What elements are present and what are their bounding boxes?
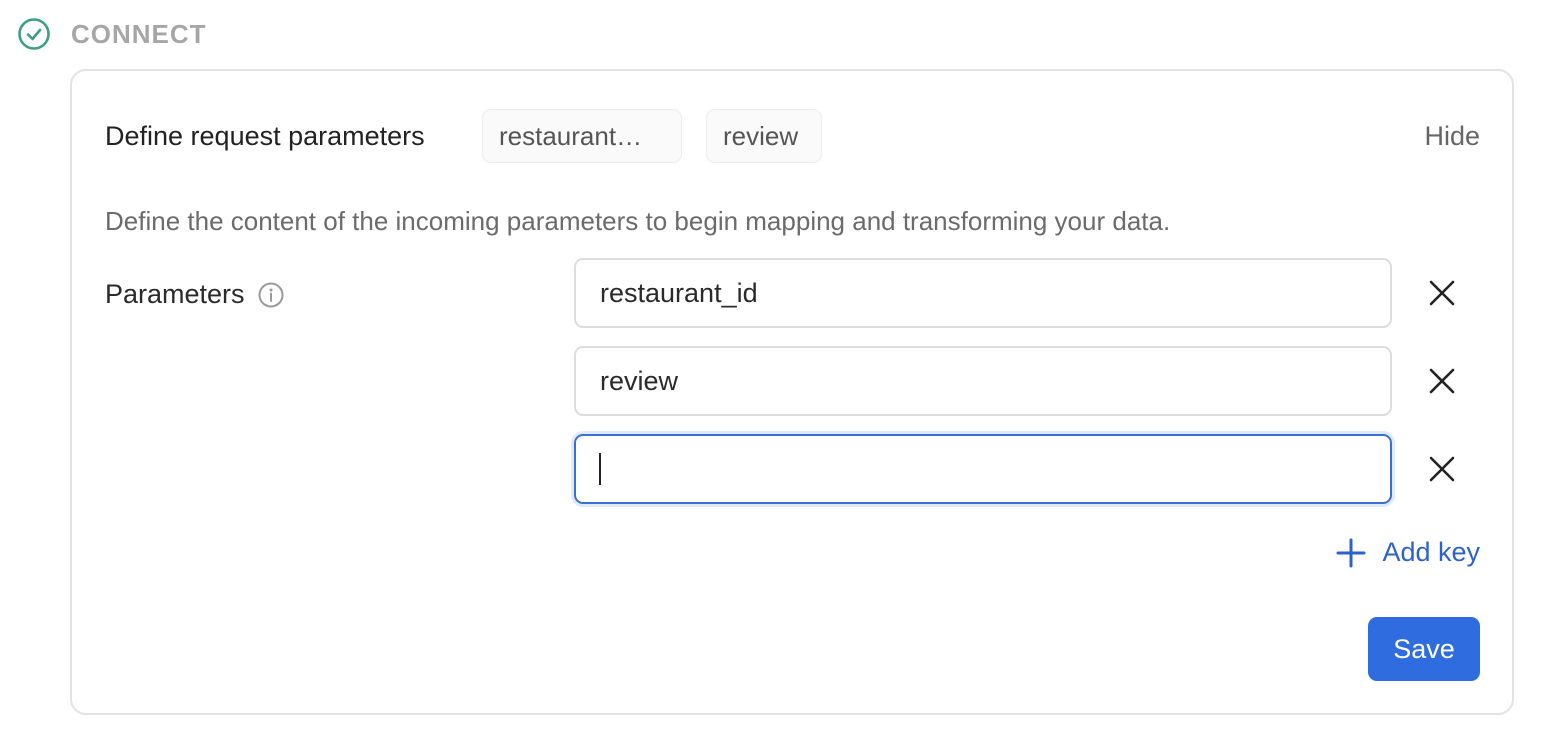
hide-button[interactable]: Hide bbox=[1424, 121, 1480, 152]
add-key-button[interactable]: Add key bbox=[1336, 537, 1480, 568]
close-icon bbox=[1429, 456, 1455, 482]
parameter-chip: restaurant… bbox=[482, 109, 682, 163]
parameter-key-input[interactable] bbox=[574, 434, 1392, 504]
parameters-label-group: Parameters bbox=[105, 279, 285, 310]
card-title: Define request parameters bbox=[105, 121, 425, 151]
step-header: CONNECT bbox=[16, 16, 207, 52]
parameter-key-input[interactable] bbox=[574, 258, 1392, 328]
remove-parameter-button[interactable] bbox=[1420, 271, 1464, 315]
save-button[interactable]: Save bbox=[1368, 617, 1480, 681]
remove-parameter-button[interactable] bbox=[1420, 447, 1464, 491]
close-icon bbox=[1429, 280, 1455, 306]
info-icon[interactable] bbox=[257, 281, 285, 309]
parameter-chip: review bbox=[706, 109, 822, 163]
text-caret bbox=[599, 453, 601, 485]
remove-parameter-button[interactable] bbox=[1420, 359, 1464, 403]
check-circle-icon bbox=[18, 18, 50, 50]
close-icon bbox=[1429, 368, 1455, 394]
plus-icon bbox=[1336, 538, 1366, 567]
step-title: CONNECT bbox=[71, 18, 207, 49]
parameters-label: Parameters bbox=[105, 279, 245, 309]
card-description: Define the content of the incoming param… bbox=[105, 206, 1171, 236]
request-parameters-card: Define request parameters restaurant… re… bbox=[70, 69, 1514, 715]
add-key-label: Add key bbox=[1382, 537, 1480, 567]
parameter-key-input[interactable] bbox=[574, 346, 1392, 416]
